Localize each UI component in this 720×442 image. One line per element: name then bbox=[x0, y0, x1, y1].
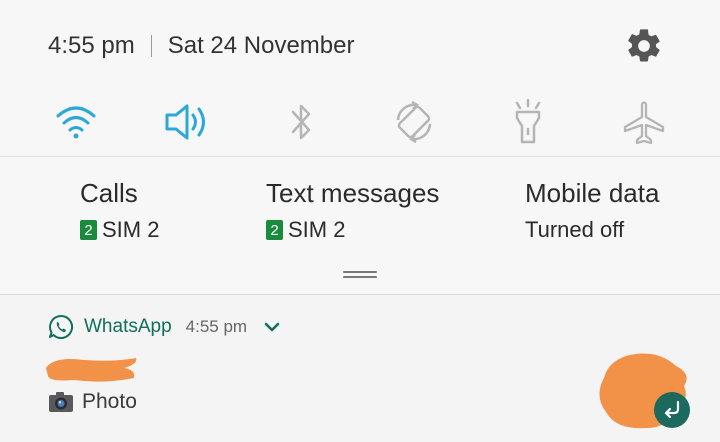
sim-setting-value: Turned off bbox=[525, 217, 625, 242]
notification-panel: 4:55 pm Sat 24 November Calls 2 SIM 2 Te… bbox=[0, 0, 720, 442]
sound-icon[interactable] bbox=[162, 94, 214, 150]
sim-setting-title: Mobile data bbox=[525, 178, 660, 208]
chevron-down-icon[interactable] bbox=[263, 321, 281, 333]
notification-header: WhatsApp 4:55 pm bbox=[48, 314, 281, 340]
whatsapp-icon bbox=[49, 314, 73, 339]
date: Sat 24 November bbox=[167, 32, 355, 59]
wifi-icon[interactable] bbox=[50, 94, 102, 150]
redacted-sender-name bbox=[46, 358, 137, 382]
mobile-data-setting[interactable]: Mobile data Turned off bbox=[525, 178, 659, 243]
sim-badge: 2 bbox=[266, 220, 283, 240]
flashlight-icon[interactable] bbox=[502, 94, 554, 150]
camera-icon bbox=[49, 392, 73, 412]
reply-button[interactable] bbox=[654, 392, 690, 428]
quick-toggle-row bbox=[0, 94, 720, 150]
sim-setting-value-row: 2 SIM 2 bbox=[266, 217, 439, 243]
sim-setting-title: Text messages bbox=[266, 178, 440, 208]
sim-setting-value: SIM 2 bbox=[102, 217, 160, 242]
whatsapp-notification[interactable]: WhatsApp 4:55 pm Photo bbox=[0, 296, 720, 442]
settings-gear-icon[interactable] bbox=[624, 26, 664, 66]
notification-time: 4:55 pm bbox=[185, 317, 248, 336]
quick-settings-panel: 4:55 pm Sat 24 November Calls 2 SIM 2 Te… bbox=[0, 0, 720, 295]
sim-setting-value-row: Turned off bbox=[525, 217, 659, 243]
auto-rotate-icon[interactable] bbox=[388, 94, 440, 150]
notification-message: Photo bbox=[48, 390, 137, 414]
notification-message-text: Photo bbox=[82, 390, 137, 413]
divider bbox=[0, 156, 720, 157]
separator bbox=[150, 35, 152, 57]
sim-setting-title: Calls bbox=[80, 178, 138, 208]
sim-badge: 2 bbox=[80, 220, 97, 240]
sim-setting-value: SIM 2 bbox=[288, 217, 346, 242]
reply-arrow-icon bbox=[664, 400, 680, 419]
calls-sim-setting[interactable]: Calls 2 SIM 2 bbox=[80, 178, 159, 243]
status-row: 4:55 pm Sat 24 November bbox=[48, 30, 354, 62]
sim-setting-value-row: 2 SIM 2 bbox=[80, 217, 159, 243]
notification-app-name: WhatsApp bbox=[84, 316, 172, 337]
clock: 4:55 pm bbox=[48, 32, 135, 59]
expand-handle[interactable] bbox=[343, 271, 377, 279]
airplane-mode-icon[interactable] bbox=[618, 94, 670, 150]
text-messages-sim-setting[interactable]: Text messages 2 SIM 2 bbox=[266, 178, 439, 243]
bluetooth-icon[interactable] bbox=[276, 94, 328, 150]
